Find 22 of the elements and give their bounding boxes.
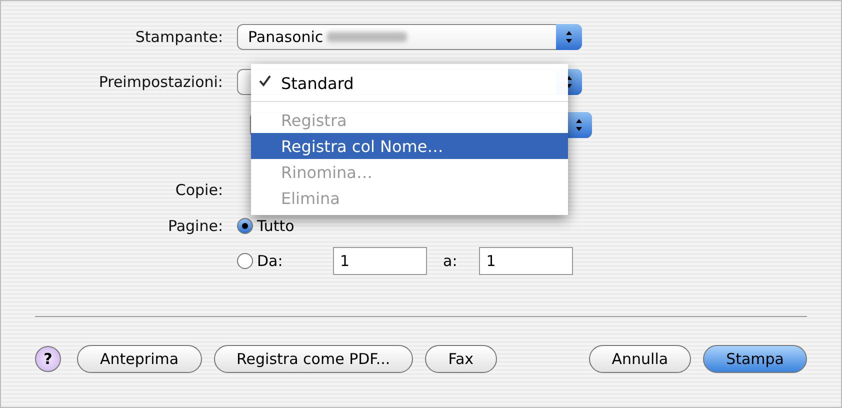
radio-option[interactable]: Tutto: [237, 217, 294, 235]
pages-label: Pagine:: [166, 217, 224, 235]
radio-option[interactable]: Da:: [237, 252, 333, 270]
to-label: a:: [443, 252, 458, 270]
up-down-arrows-icon: [565, 30, 573, 44]
checkmark-icon: [259, 75, 271, 87]
up-down-arrows-icon: [575, 118, 583, 132]
from-field[interactable]: 1: [333, 247, 427, 275]
menu-item[interactable]: Registra col Nome…: [251, 133, 568, 159]
up-down-arrows-icon: [565, 75, 573, 89]
dialog-button[interactable]: Anteprima: [77, 345, 202, 373]
printer-label: Stampante:: [134, 28, 224, 46]
printer-popup[interactable]: Panasonic: [237, 24, 582, 50]
dialog-button[interactable]: Stampa: [703, 345, 807, 373]
presets-label: Preimpostazioni:: [98, 73, 224, 91]
copies-label: Copie:: [174, 181, 224, 199]
dialog-button[interactable]: Registra come PDF...: [214, 345, 414, 373]
to-field[interactable]: 1: [479, 247, 574, 275]
menu-item[interactable]: Standard: [251, 70, 568, 96]
dialog-button[interactable]: Annulla: [588, 345, 692, 373]
help-icon[interactable]: ?: [35, 346, 61, 372]
dialog-button[interactable]: Fax: [425, 345, 497, 373]
